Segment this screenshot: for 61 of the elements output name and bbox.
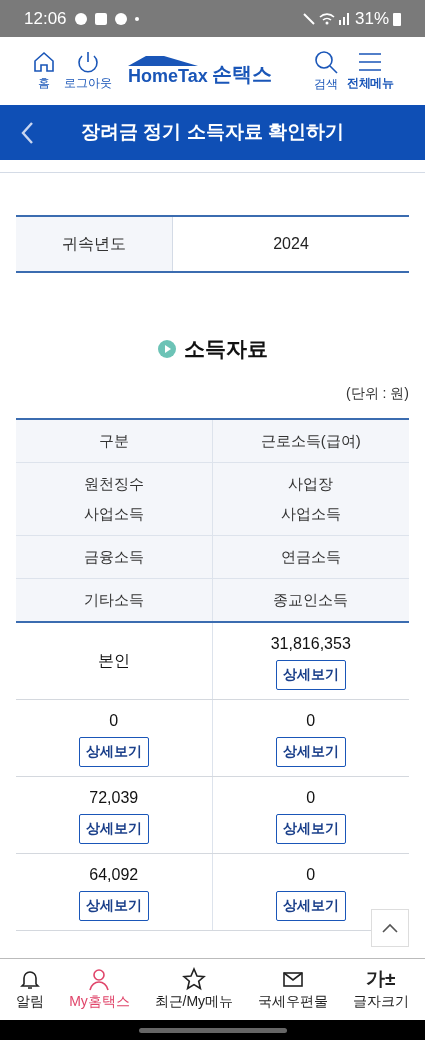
- battery-percent: 31%: [354, 7, 389, 30]
- table-header-cell-text: 사업장 사업소득: [279, 473, 342, 524]
- table-header-cell: 원천징수 사업소득: [16, 462, 213, 535]
- dot-icon: [134, 16, 139, 21]
- table-cell-text: 본인: [97, 650, 130, 671]
- table-cell-text: 64,092: [89, 864, 139, 885]
- table-header-cell: 기타소득: [16, 578, 213, 621]
- table-cell-text: 72,039: [89, 787, 139, 808]
- logo-text: HomeTax: [128, 66, 208, 86]
- table-cell-text: 31,816,353: [270, 633, 351, 654]
- wifi-icon: [318, 12, 335, 25]
- star-icon: [181, 967, 206, 991]
- person-icon: [87, 967, 112, 991]
- nav-item[interactable]: 최근/My메뉴: [154, 967, 234, 1012]
- table-cell-text: 0: [306, 864, 316, 885]
- home-icon: [32, 50, 56, 74]
- logo-roof-icon: [128, 56, 198, 66]
- power-icon: [76, 50, 100, 74]
- logout-button[interactable]: 로그아웃: [64, 50, 112, 92]
- battery-icon: [393, 11, 401, 26]
- signal-icon: [338, 12, 351, 25]
- chat-icon: [114, 12, 127, 25]
- search-button[interactable]: 검색: [313, 49, 340, 93]
- table-cell-text: 0: [109, 710, 119, 731]
- font-size-icon: 가±: [365, 967, 396, 991]
- menu-button[interactable]: 전체메뉴: [347, 50, 393, 92]
- detail-button[interactable]: 상세보기: [275, 659, 346, 690]
- table-header-cell-text: 연금소득: [279, 546, 342, 567]
- back-icon: [20, 120, 34, 145]
- nav-item[interactable]: 알림: [16, 967, 45, 1012]
- detail-button[interactable]: 상세보기: [78, 736, 149, 767]
- unit-label: (단위 : 원): [346, 383, 409, 403]
- play-bullet-icon: [157, 339, 176, 358]
- section-title: 소득자료: [183, 336, 268, 362]
- logo-korean-text: 손택스: [211, 62, 272, 86]
- detail-button[interactable]: 상세보기: [275, 736, 346, 767]
- nav-item[interactable]: 가± 글자크기: [352, 967, 409, 1012]
- home-button[interactable]: 홈: [32, 50, 56, 92]
- scroll-top-button[interactable]: [371, 908, 409, 947]
- nav-item[interactable]: 국세우편물: [257, 967, 328, 1012]
- detail-button[interactable]: 상세보기: [275, 813, 346, 844]
- mute-icon: [302, 12, 315, 25]
- chevron-up-icon: [382, 922, 398, 933]
- nav-item[interactable]: My홈택스: [69, 967, 130, 1012]
- year-label: 귀속년도: [16, 217, 173, 271]
- table-header-cell: 구분: [16, 419, 213, 462]
- table-header-cell-text: 근로소득(급여): [259, 430, 362, 451]
- year-value: 2024: [272, 234, 310, 254]
- detail-button[interactable]: 상세보기: [78, 813, 149, 844]
- image-icon: [94, 12, 107, 25]
- table-cell-text: 0: [306, 710, 316, 731]
- detail-button[interactable]: 상세보기: [275, 890, 346, 921]
- detail-button[interactable]: 상세보기: [78, 890, 149, 921]
- table-header-cell-text: 종교인소득: [272, 589, 350, 610]
- menu-icon: [357, 50, 384, 74]
- page-title: 장려금 정기 소득자료 확인하기: [80, 120, 345, 145]
- table-cell-text: 0: [306, 787, 316, 808]
- status-time: 12:06: [24, 7, 67, 30]
- search-icon: [313, 49, 340, 75]
- table-header-cell: 금융소득: [16, 535, 213, 578]
- chat-icon: [74, 12, 87, 25]
